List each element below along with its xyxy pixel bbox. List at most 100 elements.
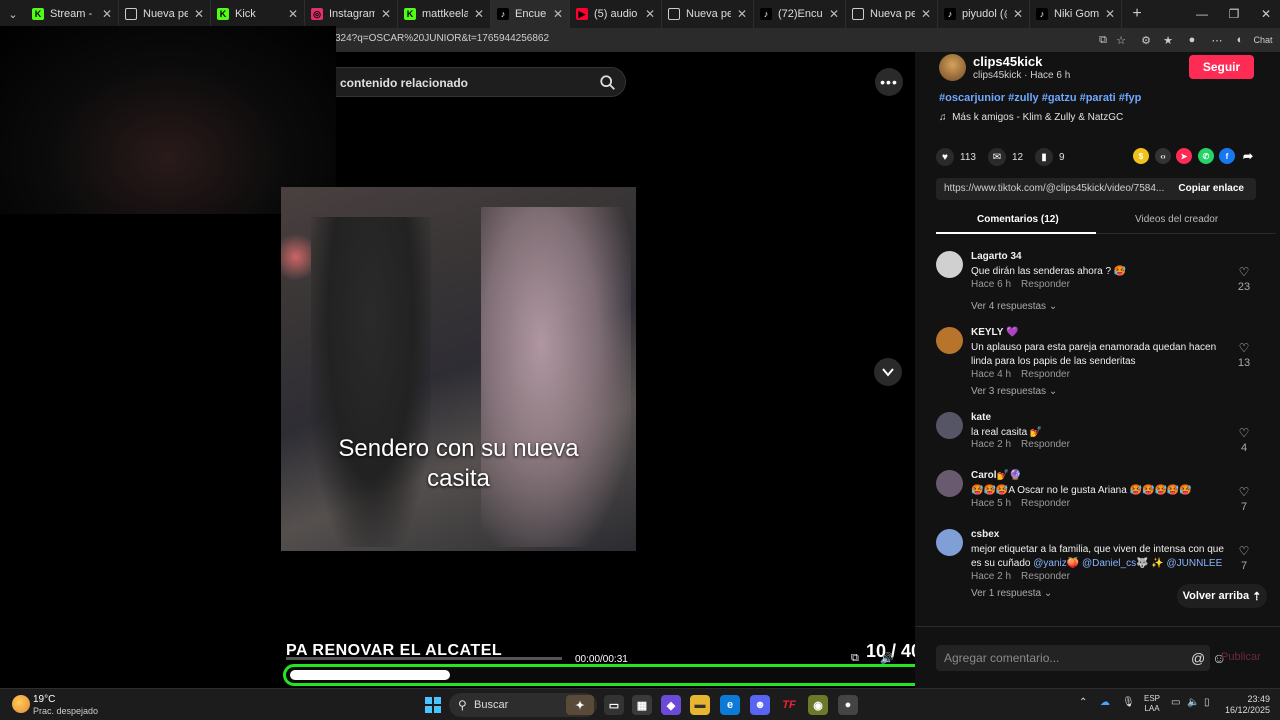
search-highlight-icon[interactable]: ✦ xyxy=(566,695,594,715)
browser-tab[interactable]: ▶ (5) audio FUEG ✕ xyxy=(570,0,662,28)
tf-app-icon[interactable]: TF xyxy=(779,695,799,715)
app-icon[interactable]: ◉ xyxy=(808,695,828,715)
mention-link[interactable]: @JUNNLEE xyxy=(1167,558,1223,569)
edge-icon[interactable]: e xyxy=(720,695,740,715)
close-tab-icon[interactable]: ✕ xyxy=(553,7,563,21)
view-replies-button[interactable]: Ver 4 respuestas ⌄ xyxy=(971,301,1057,312)
taskbar-search-label[interactable]: Buscar xyxy=(474,699,508,711)
open-app-icon[interactable]: ⧉ xyxy=(1095,32,1111,48)
commenter-name[interactable]: KEYLY 💜 xyxy=(971,327,1018,338)
view-replies-button[interactable]: Ver 1 respuesta ⌄ xyxy=(971,588,1052,599)
minimize-button[interactable]: — xyxy=(1186,0,1218,28)
search-bar[interactable]: contenido relacionado xyxy=(300,67,626,97)
post-hashtags[interactable]: #oscarjunior #zully #gatzu #parati #fyp xyxy=(939,92,1141,104)
reply-button[interactable]: Responder xyxy=(1021,498,1070,509)
comment-input[interactable]: Agregar comentario... @ ☺ xyxy=(936,645,1226,671)
microphone-icon[interactable]: 🎙 xyxy=(1122,697,1135,708)
facebook-icon[interactable]: f xyxy=(1219,148,1235,164)
browser-tab[interactable]: ♪ piyudol (@p ✕ xyxy=(938,0,1030,28)
search-input[interactable]: contenido relacionado xyxy=(340,76,468,90)
browser-tab[interactable]: Kmattkeelan Stre ✕ xyxy=(398,0,491,28)
url-text[interactable]: 324?q=OSCAR%20JUNIOR&t=1765944256862 xyxy=(335,33,549,44)
commenter-avatar[interactable] xyxy=(936,251,963,278)
onedrive-icon[interactable]: ☁ xyxy=(1100,697,1110,708)
mention-link[interactable]: @yaniz🍑 xyxy=(1033,558,1079,569)
favorite-star-icon[interactable]: ☆ xyxy=(1113,32,1129,48)
commenter-avatar[interactable] xyxy=(936,412,963,439)
comment-like-icon[interactable]: ♡ xyxy=(1237,341,1251,355)
view-replies-label[interactable]: Ver 4 respuestas xyxy=(971,301,1046,312)
tab-title[interactable]: Niki Gomez xyxy=(1054,8,1099,20)
store-icon[interactable]: ▦ xyxy=(632,695,652,715)
commenter-avatar[interactable] xyxy=(936,470,963,497)
commenter-avatar[interactable] xyxy=(936,327,963,354)
embed-icon[interactable]: ‹› xyxy=(1155,148,1171,164)
chat-button[interactable]: Chat xyxy=(1251,32,1275,48)
publish-button[interactable]: Publicar xyxy=(1221,651,1261,663)
more-options-button[interactable]: ••• xyxy=(875,68,903,96)
browser-tab[interactable]: Nueva pestaña ✕ xyxy=(846,0,938,28)
reply-button[interactable]: Responder xyxy=(1021,571,1070,582)
follow-button[interactable]: Seguir xyxy=(1189,55,1254,79)
browser-tab[interactable]: Nueva pestaña ✕ xyxy=(119,0,211,28)
speaker-icon[interactable]: 🔈 xyxy=(1187,697,1199,708)
save-stat[interactable]: ▮ 9 xyxy=(1035,148,1065,166)
view-replies-button[interactable]: Ver 3 respuestas ⌄ xyxy=(971,386,1057,397)
send-icon[interactable]: ➤ xyxy=(1176,148,1192,164)
commenter-name[interactable]: Carol💅🔮 xyxy=(971,470,1021,481)
reply-button[interactable]: Responder xyxy=(1021,439,1070,450)
commenter-avatar[interactable] xyxy=(936,529,963,556)
tab-title[interactable]: Nueva pestaña xyxy=(143,8,188,20)
battery-icon[interactable]: ▯ xyxy=(1204,697,1210,708)
weather-icon[interactable] xyxy=(12,695,30,713)
close-tab-icon[interactable]: ✕ xyxy=(381,7,391,21)
clock[interactable]: 23:49 16/12/2025 xyxy=(1222,694,1270,716)
comment-icon[interactable]: ✉ xyxy=(988,148,1006,166)
comment-like-icon[interactable]: ♡ xyxy=(1237,426,1251,440)
profile-icon[interactable]: ● xyxy=(1184,32,1200,48)
more-options-icon[interactable]: ⋯ xyxy=(1209,32,1225,48)
task-view-icon[interactable]: ▭ xyxy=(604,695,624,715)
close-window-button[interactable]: ✕ xyxy=(1250,0,1280,28)
back-to-top-button[interactable]: Volver arriba ⇡ xyxy=(1177,584,1267,608)
close-tab-icon[interactable]: ✕ xyxy=(1105,7,1115,21)
new-tab-button[interactable]: + xyxy=(1122,5,1152,23)
commenter-name[interactable]: csbex xyxy=(971,529,999,540)
start-button[interactable] xyxy=(425,697,441,713)
next-video-button[interactable] xyxy=(874,358,902,386)
close-tab-icon[interactable]: ✕ xyxy=(1013,7,1023,21)
view-replies-label[interactable]: Ver 3 respuestas xyxy=(971,386,1046,397)
close-tab-icon[interactable]: ✕ xyxy=(829,7,839,21)
view-replies-label[interactable]: Ver 1 respuesta xyxy=(971,588,1041,599)
tab-creator-videos[interactable]: Videos del creador xyxy=(1135,214,1218,225)
comment-like-icon[interactable]: ♡ xyxy=(1237,544,1251,558)
share-arrow-icon[interactable]: ➦ xyxy=(1240,148,1256,164)
close-tab-icon[interactable]: ✕ xyxy=(921,7,931,21)
bookmark-icon[interactable]: ▮ xyxy=(1035,148,1053,166)
video-player[interactable] xyxy=(281,187,636,551)
video-seek-bar[interactable] xyxy=(286,657,562,660)
copilot-app-icon[interactable]: ◆ xyxy=(661,695,681,715)
weather-desc[interactable]: Prac. despejado xyxy=(33,706,98,716)
close-tab-icon[interactable]: ✕ xyxy=(194,7,204,21)
favorites-icon[interactable]: ★ xyxy=(1160,32,1176,48)
tab-title[interactable]: Instagram xyxy=(329,8,375,20)
tab-title[interactable]: piyudol (@p xyxy=(962,8,1007,20)
close-tab-icon[interactable]: ✕ xyxy=(645,7,655,21)
browser-tab[interactable]: K Kick ✕ xyxy=(211,0,305,28)
coin-share-icon[interactable]: $ xyxy=(1133,148,1149,164)
creator-avatar[interactable] xyxy=(939,54,966,81)
heart-icon[interactable]: ♥ xyxy=(936,148,954,166)
commenter-name[interactable]: kate xyxy=(971,412,991,423)
tab-title[interactable]: Stream - Kick D xyxy=(50,8,96,20)
copy-link-button[interactable]: Copiar enlace xyxy=(1178,183,1244,194)
tab-title[interactable]: Nueva pestaña xyxy=(686,8,731,20)
close-tab-icon[interactable]: ✕ xyxy=(737,7,747,21)
browser-tab[interactable]: ◎ Instagram ✕ xyxy=(305,0,398,28)
mention-link[interactable]: @Daniel_cs🐺 ✨ xyxy=(1082,558,1164,569)
post-music[interactable]: ♫ Más k amigos - Klim & Zully & NatzGC xyxy=(939,112,1123,123)
extensions-icon[interactable]: ⚙ xyxy=(1138,32,1154,48)
search-icon[interactable] xyxy=(599,74,617,92)
tab-title[interactable]: Nueva pestaña xyxy=(870,8,915,20)
comment-stat[interactable]: ✉ 12 xyxy=(988,148,1023,166)
